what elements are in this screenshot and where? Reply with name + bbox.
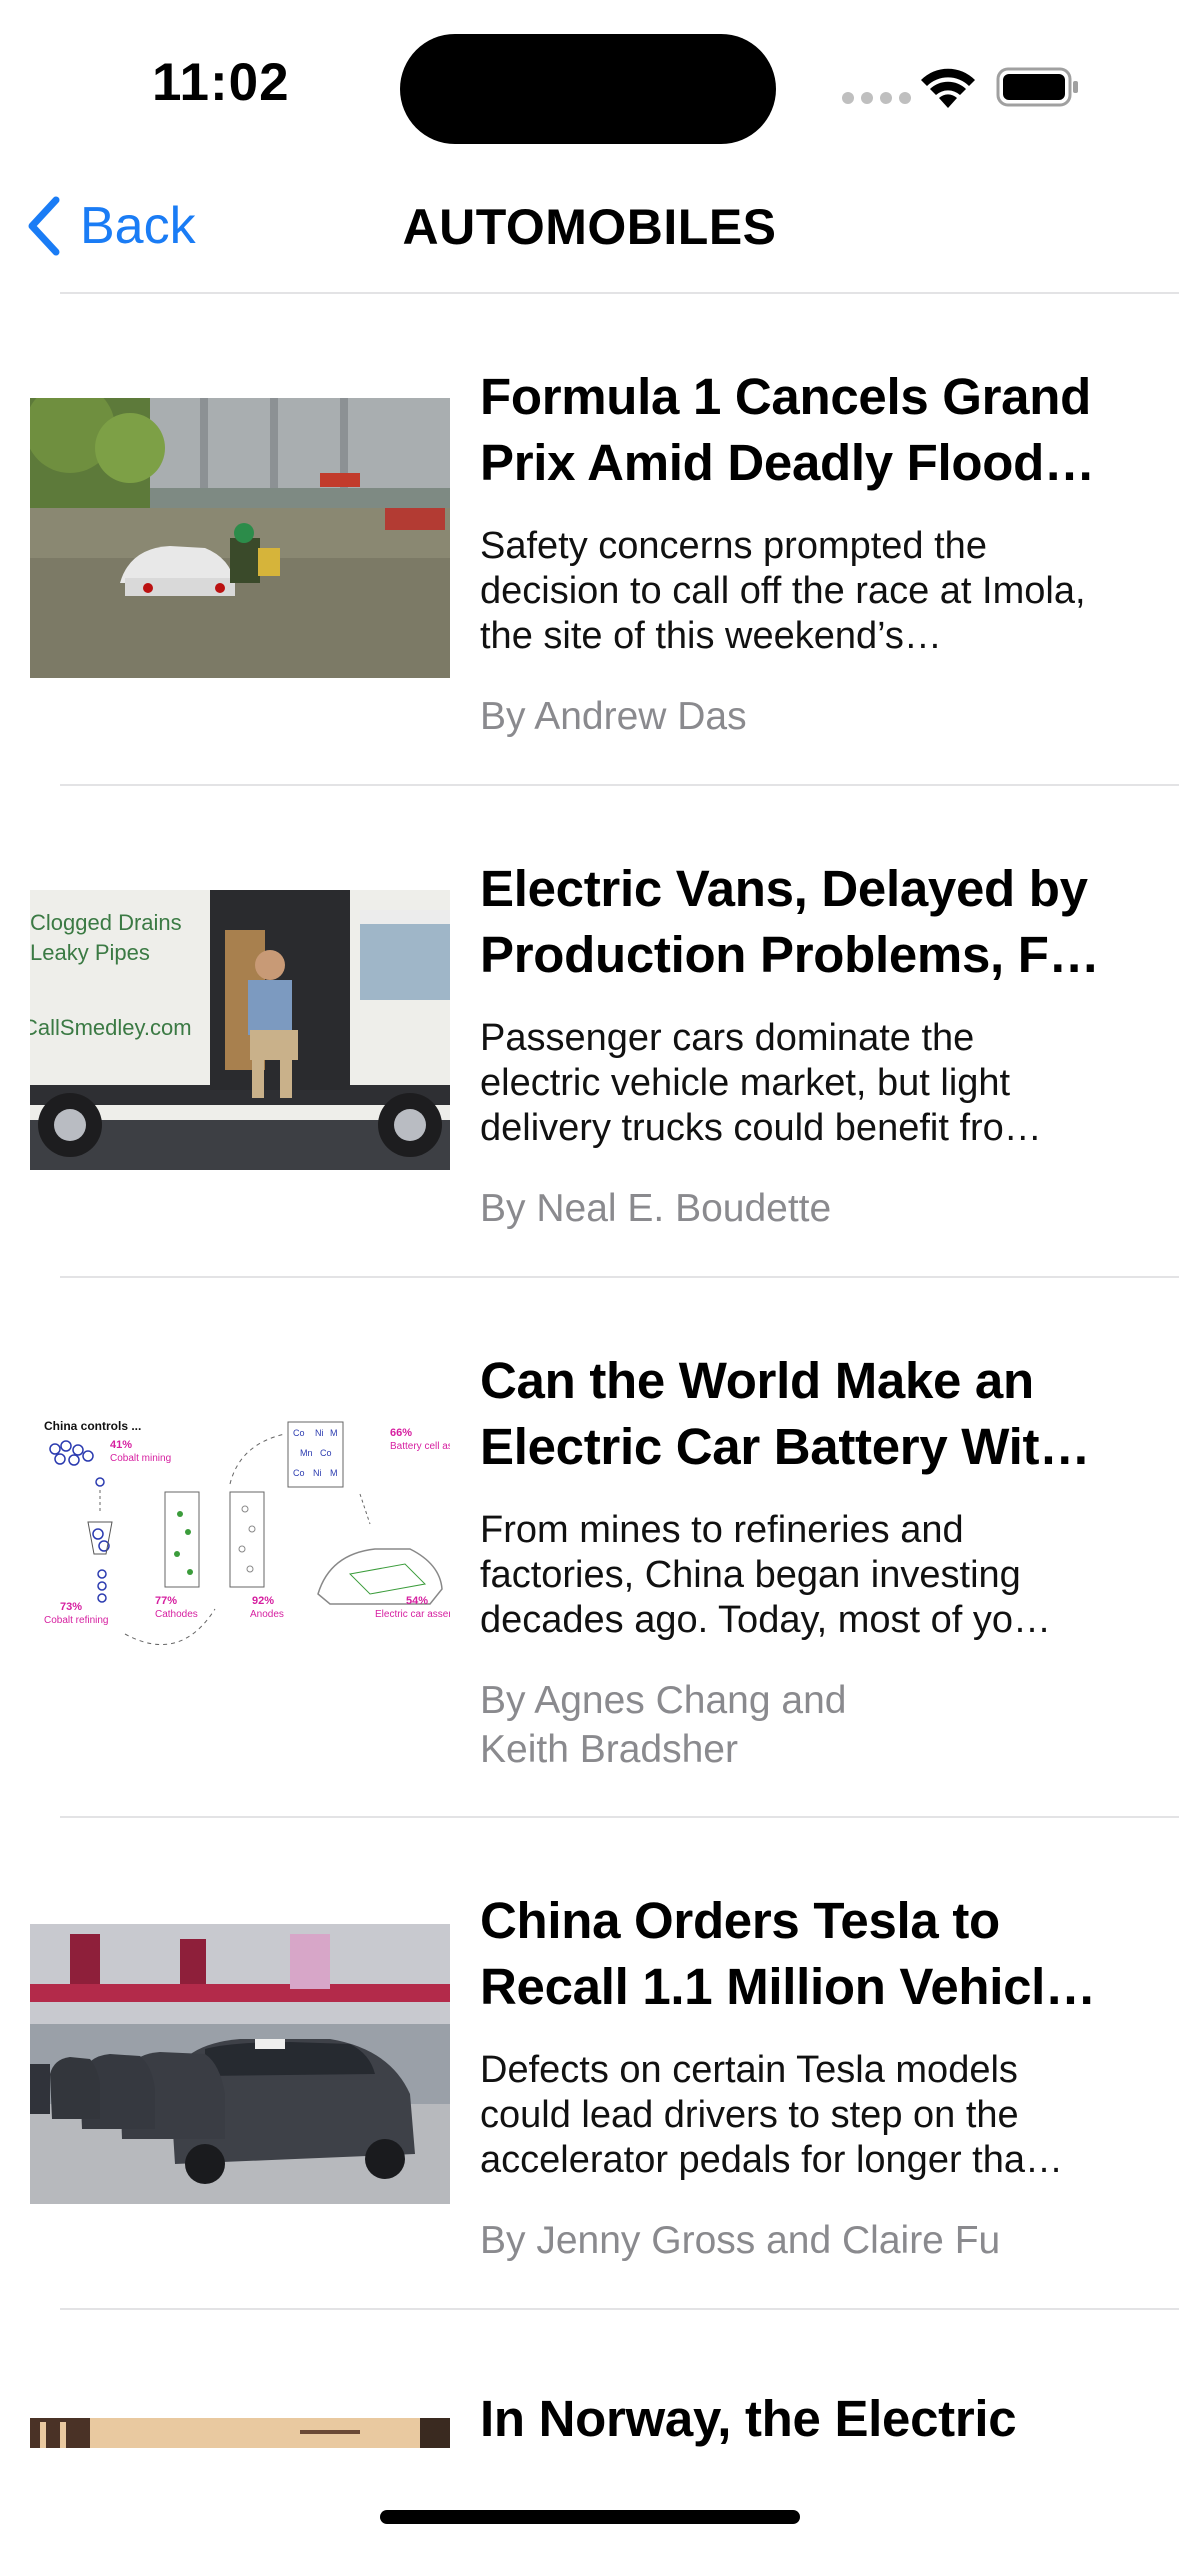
- status-time: 11:02: [152, 53, 290, 112]
- article-row[interactable]: China controls ... 41% Cobalt mining 73%…: [0, 1278, 1179, 1816]
- article-summary: From mines to refineries and factories, …: [480, 1509, 1052, 1641]
- article-image-tesla-factory: [30, 1924, 450, 2204]
- svg-text:Ni: Ni: [313, 1468, 322, 1478]
- article-title: China Orders Tesla to Recall 1.1 Million…: [480, 1892, 1096, 2015]
- stat-41: 41%: [110, 1439, 132, 1451]
- wifi-icon: [921, 68, 975, 108]
- stat-77-label: Cathodes: [155, 1609, 198, 1620]
- article-row[interactable]: Clogged Drains Leaky Pipes CallSmedley.c…: [0, 786, 1179, 1276]
- svg-text:Ni: Ni: [315, 1428, 324, 1438]
- article-row[interactable]: In Norway, the Electric: [0, 2310, 1179, 2450]
- article-image-van: Clogged Drains Leaky Pipes CallSmedley.c…: [30, 890, 450, 1170]
- stat-54: 54%: [406, 1595, 428, 1607]
- dynamic-island: [400, 34, 776, 144]
- article-row[interactable]: Formula 1 Cancels Grand Prix Amid Deadly…: [0, 294, 1179, 784]
- article-image-norway: [30, 2418, 450, 2448]
- article-row[interactable]: China Orders Tesla to Recall 1.1 Million…: [0, 1818, 1179, 2308]
- article-title: In Norway, the Electric: [480, 2390, 1017, 2447]
- cellular-signal-icon: [842, 92, 911, 104]
- article-title: Can the World Make an Electric Car Batte…: [480, 1352, 1090, 1475]
- stat-41-label: Cobalt mining: [110, 1453, 171, 1464]
- article-image-flood: [30, 398, 450, 678]
- van-text-line-2: Leaky Pipes: [30, 940, 150, 965]
- svg-text:M: M: [330, 1468, 338, 1478]
- svg-text:M: M: [330, 1428, 338, 1438]
- article-summary: Passenger cars dominate the electric veh…: [480, 1017, 1042, 1149]
- stat-73-label: Cobalt refining: [44, 1615, 108, 1626]
- home-indicator[interactable]: [380, 2510, 800, 2524]
- article-image-battery-graphic: China controls ... 41% Cobalt mining 73%…: [30, 1404, 450, 1684]
- page-title: AUTOMOBILES: [402, 199, 777, 255]
- svg-text:Co: Co: [293, 1428, 305, 1438]
- article-summary: Safety concerns prompted the decision to…: [480, 525, 1086, 657]
- van-text-line-1: Clogged Drains: [30, 910, 182, 935]
- article-byline: By Andrew Das: [480, 695, 747, 738]
- svg-text:Co: Co: [320, 1448, 332, 1458]
- van-text-line-3: CallSmedley.com: [30, 1015, 192, 1040]
- article-byline: By Agnes Chang and Keith Bradsher: [480, 1679, 847, 1771]
- svg-text:Mn: Mn: [300, 1448, 313, 1458]
- stat-73: 73%: [60, 1601, 82, 1613]
- graphic-heading: China controls ...: [44, 1419, 141, 1433]
- battery-icon: [996, 67, 1078, 107]
- stat-92: 92%: [252, 1595, 274, 1607]
- article-title: Electric Vans, Delayed by Production Pro…: [480, 860, 1100, 983]
- stat-66-label: Battery cell assembly: [390, 1441, 450, 1452]
- svg-text:Co: Co: [293, 1468, 305, 1478]
- article-summary: Defects on certain Tesla models could le…: [480, 2049, 1063, 2181]
- stat-92-label: Anodes: [250, 1609, 284, 1620]
- article-byline: By Jenny Gross and Claire Fu: [480, 2219, 1001, 2262]
- article-byline: By Neal E. Boudette: [480, 1187, 832, 1230]
- app-screen: 11:02 Back AUTOMOBILES Formula 1 Cancels…: [0, 0, 1179, 2556]
- article-title: Formula 1 Cancels Grand Prix Amid Deadly…: [480, 368, 1095, 491]
- stat-66: 66%: [390, 1427, 412, 1439]
- stat-54-label: Electric car assembly: [375, 1609, 450, 1620]
- stat-77: 77%: [155, 1595, 177, 1607]
